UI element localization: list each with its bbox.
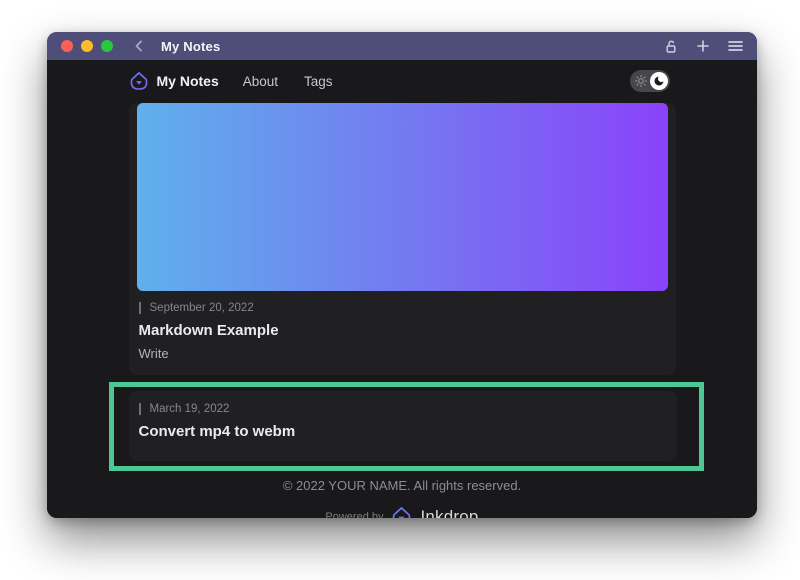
maximize-button[interactable]: [101, 40, 113, 52]
brand-label: My Notes: [157, 73, 219, 89]
brand-home-link[interactable]: My Notes: [129, 71, 219, 91]
powered-by-brand-link[interactable]: Inkdrop: [420, 507, 478, 519]
note-card-markdown-example[interactable]: September 20, 2022 Markdown Example Writ…: [129, 103, 676, 375]
inkdrop-logo-icon: [391, 506, 412, 518]
note-card-convert-mp4[interactable]: March 19, 2022 Convert mp4 to webm: [129, 391, 677, 461]
note-date-row: March 19, 2022: [139, 403, 667, 415]
moon-icon: [653, 75, 665, 87]
annotation-highlight-box: March 19, 2022 Convert mp4 to webm: [109, 382, 704, 471]
nav-link-about[interactable]: About: [243, 74, 278, 89]
minimize-button[interactable]: [81, 40, 93, 52]
titlebar-actions: [663, 38, 743, 54]
plus-icon: [696, 39, 710, 53]
app-window: My Notes: [47, 32, 757, 518]
window-titlebar: My Notes: [47, 32, 757, 60]
note-meta: September 20, 2022 Markdown Example Writ…: [137, 302, 668, 361]
note-excerpt: Write: [139, 346, 666, 361]
date-tick-bar: [139, 403, 141, 415]
site-header: My Notes About Tags: [129, 60, 676, 102]
menu-button[interactable]: [727, 38, 743, 54]
window-title: My Notes: [161, 39, 220, 54]
hamburger-menu-icon: [728, 40, 743, 52]
note-cover-gradient[interactable]: [137, 103, 668, 291]
note-date: March 19, 2022: [150, 403, 230, 415]
copyright-text: © 2022 YOUR NAME. All rights reserved.: [129, 478, 676, 493]
note-title[interactable]: Convert mp4 to webm: [139, 423, 667, 440]
inkdrop-logo-icon: [129, 71, 149, 91]
content-column: My Notes About Tags: [129, 60, 676, 518]
close-button[interactable]: [61, 40, 73, 52]
sun-icon: [635, 75, 647, 87]
powered-by-row: Powered by Inkdrop: [129, 506, 676, 518]
site-nav: About Tags: [243, 74, 333, 89]
nav-link-tags[interactable]: Tags: [304, 74, 333, 89]
note-title[interactable]: Markdown Example: [139, 322, 666, 339]
unlock-button[interactable]: [663, 38, 679, 54]
unlock-icon: [664, 39, 678, 54]
back-button[interactable]: [133, 39, 145, 53]
theme-toggle[interactable]: [630, 70, 670, 92]
note-date: September 20, 2022: [150, 302, 254, 314]
theme-toggle-knob: [650, 72, 668, 90]
screenshot-canvas: My Notes: [0, 0, 800, 580]
date-tick-bar: [139, 302, 141, 314]
chevron-left-icon: [133, 39, 145, 53]
new-tab-button[interactable]: [695, 38, 711, 54]
note-date-row: September 20, 2022: [139, 302, 666, 314]
notes-page: My Notes About Tags: [47, 60, 757, 518]
powered-by-label: Powered by: [325, 511, 383, 519]
traffic-lights: [61, 40, 113, 52]
